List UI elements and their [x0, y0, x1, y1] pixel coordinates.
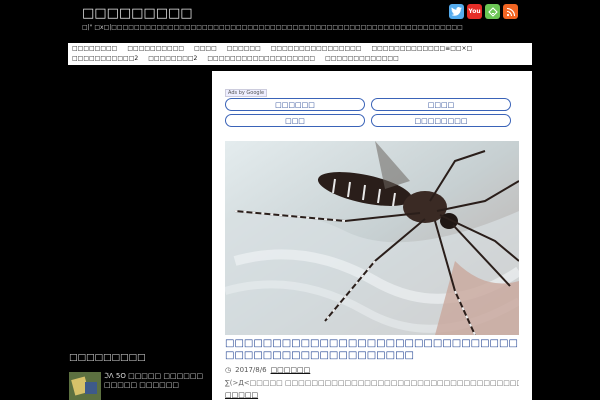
ad-link-2[interactable]: □□□□	[371, 98, 511, 111]
twitter-icon[interactable]	[449, 4, 464, 19]
ad-link-4[interactable]: □□□□□□□□	[371, 114, 511, 127]
nav-item-1[interactable]: □□□□□□□□	[72, 45, 117, 53]
post-excerpt: ∑(>Д<□□□□□ □□□□□□□□□□□□□□□□□□□□□□□□□□□□□…	[225, 379, 519, 387]
site-title[interactable]: □□□□□□□□□	[82, 6, 193, 21]
twitter-bird-icon	[451, 7, 462, 16]
site-description: □|" □x□|□□□□□□□□□□□□□□□□□□□□□□□□□□□□□□□□…	[82, 24, 463, 31]
read-more-link[interactable]: □□□□□	[225, 391, 258, 399]
nav-item-7[interactable]: □□□□□□□□□□□2	[72, 55, 138, 63]
nav-item-3[interactable]: □□□□	[194, 45, 217, 53]
global-nav: □□□□□□□□ □□□□□□□□□□ □□□□ □□□□□□ □□□□□□□□…	[68, 43, 532, 65]
nav-item-2[interactable]: □□□□□□□□□□	[127, 45, 184, 53]
rss-icon[interactable]	[503, 4, 518, 19]
sidebar-heading: □□□□□□□□□	[69, 353, 146, 363]
post-category[interactable]: □□□□□□	[271, 366, 311, 374]
nav-item-9[interactable]: □□□□□□□□□□□□□□□□□□□	[207, 55, 315, 63]
nav-item-6[interactable]: □□□□□□□□□□□□□≡□□×□	[371, 45, 472, 53]
ads-by-google-label[interactable]: Ads by Google	[225, 89, 268, 97]
social-links: You	[449, 4, 518, 19]
nav-item-5[interactable]: □□□□□□□□□□□□□□□□	[271, 45, 362, 53]
feedly-leaf-icon	[487, 6, 498, 17]
ad-link-3[interactable]: □□□	[225, 114, 365, 127]
post-title[interactable]: □□□□□□□□□□□□□□□□□□□□□□□□□□□□□□□□□□□□□□□□…	[225, 338, 519, 362]
nav-item-10[interactable]: □□□□□□□□□□□□□	[325, 55, 399, 63]
post-date: 2017/8/6	[235, 366, 267, 374]
ad-link-1[interactable]: □□□□□□	[225, 98, 365, 111]
sidebar-recent-thumbnail[interactable]	[69, 372, 101, 400]
nav-item-8[interactable]: □□□□□□□□2	[148, 55, 197, 63]
sidebar-recent-title[interactable]: ℑΛ 5O □□□□□ □□□□□□□□□□□ □□□□□□	[104, 372, 204, 390]
rss-feed-icon	[506, 7, 515, 16]
recent-post-image	[69, 372, 101, 400]
feedly-icon[interactable]	[485, 4, 500, 19]
mosquito-photo	[225, 141, 519, 335]
clock-icon: ◷	[225, 366, 232, 374]
nav-item-4[interactable]: □□□□□□	[227, 45, 261, 53]
post-meta: ◷ 2017/8/6 □□□□□□	[225, 366, 310, 374]
post-thumbnail-mosquito[interactable]	[225, 141, 519, 335]
main-content: Ads by Google □□□□□□ □□□□ □□□ □□□□□□□□ □…	[212, 71, 532, 400]
youtube-icon[interactable]: You	[467, 4, 482, 19]
